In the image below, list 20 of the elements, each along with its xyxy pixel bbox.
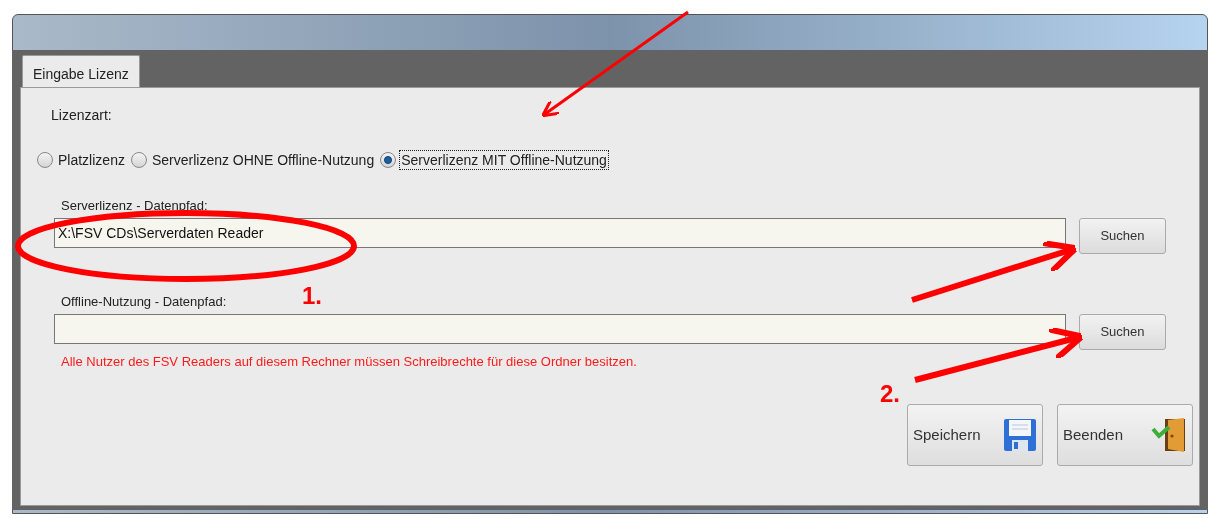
search-button[interactable]: Suchen (1079, 218, 1166, 254)
exit-button[interactable]: Beenden (1057, 404, 1193, 466)
radio-label[interactable]: Platzlizenz (56, 150, 127, 170)
field-label: Offline-Nutzung - Datenpfad: (61, 294, 227, 310)
annotation-label: 1. (302, 282, 322, 310)
annotation-label: 2. (880, 380, 900, 408)
radio-button[interactable] (380, 152, 397, 168)
save-button[interactable]: Speichern (907, 404, 1043, 466)
path-field[interactable]: X:\FSV CDs\Serverdaten Reader (54, 218, 1066, 248)
search-button[interactable]: Suchen (1079, 314, 1166, 350)
radio-label[interactable]: Serverlizenz MIT Offline-Nutzung (399, 150, 609, 170)
radio-button[interactable] (130, 152, 147, 168)
door-icon (1151, 417, 1187, 453)
tab[interactable]: Eingabe Lizenz (22, 55, 140, 87)
field-label: Serverlizenz - Datenpfad: (61, 198, 208, 214)
path-field[interactable] (54, 314, 1066, 344)
warning-text: Alle Nutzer des FSV Readers auf diesem Rechner müssen Schreibrechte für diese Ordner besitzen. (61, 354, 638, 370)
radio-label[interactable]: Serverlizenz OHNE Offline-Nutzung (149, 150, 377, 170)
section-label: Lizenzart: (51, 106, 113, 124)
radio-button[interactable] (37, 152, 53, 168)
